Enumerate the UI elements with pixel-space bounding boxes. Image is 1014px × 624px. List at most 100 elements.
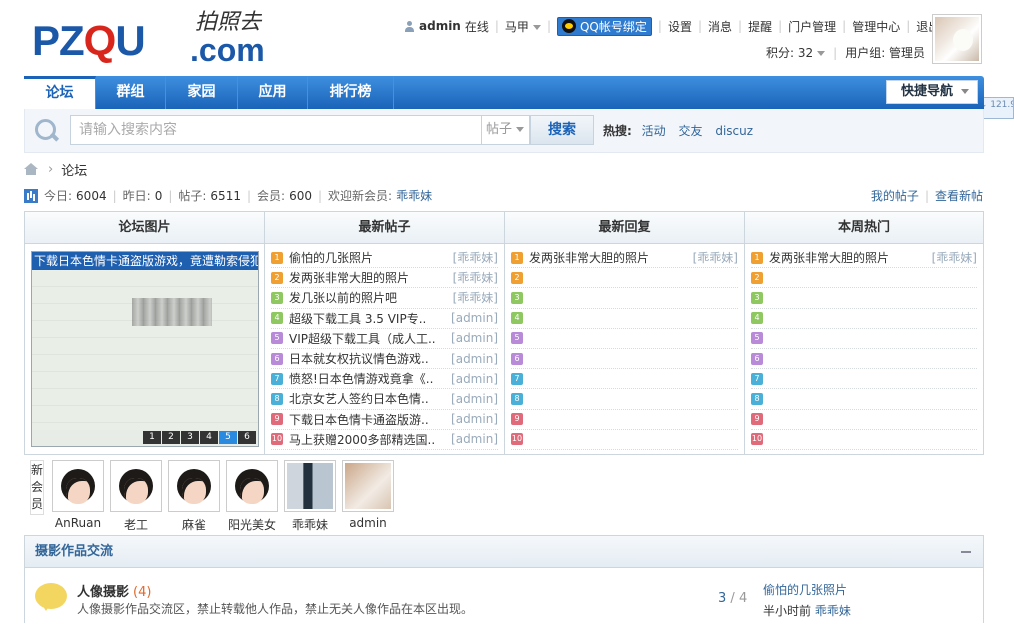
reminders-link[interactable]: 提醒: [748, 18, 772, 35]
forum-name[interactable]: 人像摄影 (4): [77, 581, 151, 600]
post-author-link[interactable]: [admin]: [451, 311, 498, 325]
slideshow-page-button[interactable]: 5: [219, 431, 237, 444]
post-author-link[interactable]: [admin]: [451, 352, 498, 366]
slideshow-page-button[interactable]: 1: [143, 431, 161, 444]
post-author-link[interactable]: [admin]: [451, 392, 498, 406]
post-author-link[interactable]: [乖乖妹]: [932, 249, 977, 266]
post-title-link[interactable]: 下载日本色情卡通盗版游..: [289, 411, 447, 428]
post-author-link[interactable]: [乖乖妹]: [453, 269, 498, 286]
member-name[interactable]: admin: [340, 516, 396, 530]
slideshow-page-button[interactable]: 6: [238, 431, 256, 444]
nav-tab-home[interactable]: 家园: [166, 76, 238, 109]
post-title-link[interactable]: 发两张非常大胆的照片: [289, 269, 449, 286]
search-button[interactable]: 搜索: [530, 115, 594, 145]
site-logo[interactable]: PZQU .com 拍照去: [30, 12, 300, 70]
list-item: 7: [751, 369, 977, 390]
post-author-link[interactable]: [admin]: [451, 331, 498, 345]
avatar[interactable]: [168, 460, 220, 512]
post-title-link[interactable]: 偷怕的几张照片: [289, 249, 449, 266]
slideshow-caption[interactable]: 下载日本色情卡通盗版游戏，竟遭勒索侵犯: [32, 252, 258, 270]
slideshow-page-button[interactable]: 2: [162, 431, 180, 444]
member-name[interactable]: 阳光美女: [224, 516, 280, 533]
newest-member-link[interactable]: 乖乖妹: [396, 187, 432, 204]
forum-today-count: (4): [133, 585, 152, 600]
user-avatar[interactable]: [932, 14, 982, 64]
member-name[interactable]: 乖乖妹: [282, 516, 338, 533]
new-member[interactable]: 老工: [108, 460, 164, 533]
collapse-icon[interactable]: [961, 551, 971, 553]
portal-admin-link[interactable]: 门户管理: [788, 18, 836, 35]
rank-badge: 10: [751, 433, 763, 446]
settings-link[interactable]: 设置: [668, 18, 692, 35]
search-type-select[interactable]: 帖子: [482, 115, 530, 145]
post-title-link[interactable]: 发几张以前的照片吧: [289, 289, 449, 306]
last-post-author[interactable]: 乖乖妹: [815, 604, 851, 618]
rank-badge: 10: [511, 433, 523, 446]
search-input[interactable]: 请输入搜索内容: [70, 115, 482, 145]
hot-search-link[interactable]: discuz: [715, 124, 753, 138]
new-member[interactable]: 乖乖妹: [282, 460, 338, 533]
new-member[interactable]: 阳光美女: [224, 460, 280, 533]
qq-bind-button[interactable]: QQ帐号绑定: [556, 16, 652, 36]
nav-tab-forum[interactable]: 论坛: [24, 76, 96, 109]
new-member[interactable]: AnRuan: [50, 460, 106, 530]
post-title-link[interactable]: 发两张非常大胆的照片: [529, 249, 689, 266]
points-menu[interactable]: 积分: 32: [766, 44, 826, 61]
rank-badge: 8: [511, 392, 523, 405]
avatar-image: [229, 463, 275, 509]
post-author-link[interactable]: [admin]: [451, 432, 498, 446]
slideshow-page-button[interactable]: 4: [200, 431, 218, 444]
avatar[interactable]: [342, 460, 394, 512]
avatar[interactable]: [226, 460, 278, 512]
home-icon[interactable]: [24, 163, 38, 175]
list-item: 8: [511, 389, 738, 410]
section-title[interactable]: 摄影作品交流: [25, 536, 983, 568]
my-posts-link[interactable]: 我的帖子: [871, 189, 919, 203]
last-post-title[interactable]: 偷怕的几张照片: [763, 583, 847, 597]
avatar[interactable]: [284, 460, 336, 512]
group-switcher[interactable]: 马甲: [505, 18, 541, 35]
post-author-link[interactable]: [乖乖妹]: [453, 289, 498, 306]
breadcrumb-current[interactable]: 论坛: [61, 160, 87, 179]
rank-badge: 6: [751, 352, 763, 365]
list-item: 3: [751, 288, 977, 309]
slideshow-page-button[interactable]: 3: [181, 431, 199, 444]
member-name[interactable]: AnRuan: [50, 516, 106, 530]
chevron-down-icon: [817, 51, 826, 56]
rank-badge: 5: [751, 332, 763, 345]
member-name[interactable]: 麻雀: [166, 516, 222, 533]
avatar[interactable]: [110, 460, 162, 512]
post-title-link[interactable]: 发两张非常大胆的照片: [769, 249, 928, 266]
post-title-link[interactable]: 愤怒!日本色情游戏竟拿《..: [289, 370, 447, 387]
avatar[interactable]: [52, 460, 104, 512]
column-header: 论坛图片: [25, 212, 264, 244]
hot-search-link[interactable]: 交友: [678, 124, 702, 138]
post-title-link[interactable]: 马上获赠2000多部精选国..: [289, 431, 447, 448]
new-member[interactable]: admin: [340, 460, 396, 530]
hot-search-link[interactable]: 活动: [642, 124, 666, 138]
list-item: 8: [751, 389, 977, 410]
nav-tab-groups[interactable]: 群组: [96, 76, 166, 109]
new-posts-link[interactable]: 查看新帖: [935, 189, 983, 203]
slideshow-image[interactable]: 下载日本色情卡通盗版游戏，竟遭勒索侵犯 123456: [31, 251, 259, 447]
nav-tab-rankings[interactable]: 排行榜: [308, 76, 394, 109]
post-author-link[interactable]: [乖乖妹]: [453, 249, 498, 266]
nav-tab-apps[interactable]: 应用: [238, 76, 308, 109]
post-author-link[interactable]: [乖乖妹]: [693, 249, 738, 266]
post-title-link[interactable]: 日本就女权抗议情色游戏..: [289, 350, 447, 367]
post-title-link[interactable]: VIP超级下载工具（成人工..: [289, 330, 447, 347]
admin-center-link[interactable]: 管理中心: [852, 18, 900, 35]
chevron-down-icon: [961, 89, 970, 94]
quick-nav-button[interactable]: 快捷导航: [886, 80, 978, 104]
new-member[interactable]: 麻雀: [166, 460, 222, 533]
post-title-link[interactable]: 北京女艺人签约日本色情..: [289, 390, 447, 407]
usergroup-label[interactable]: 用户组: 管理员: [845, 44, 925, 61]
messages-link[interactable]: 消息: [708, 18, 732, 35]
post-title-link[interactable]: 超级下载工具 3.5 VIP专..: [289, 310, 447, 327]
username-link[interactable]: admin: [419, 19, 461, 33]
list-item: 1 发两张非常大胆的照片 [乖乖妹]: [511, 248, 738, 269]
member-name[interactable]: 老工: [108, 516, 164, 533]
post-author-link[interactable]: [admin]: [451, 372, 498, 386]
post-author-link[interactable]: [admin]: [451, 412, 498, 426]
chevron-down-icon: [532, 24, 541, 30]
